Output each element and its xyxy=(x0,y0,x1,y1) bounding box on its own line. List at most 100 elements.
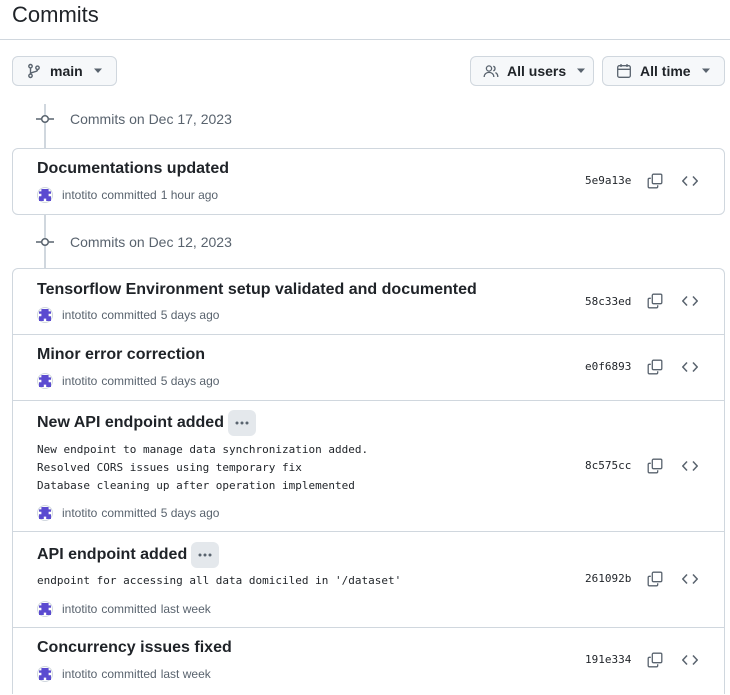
code-icon xyxy=(682,573,698,585)
users-filter-label: All users xyxy=(507,63,567,79)
commit-author-link[interactable]: intotito xyxy=(62,374,97,388)
browse-repo-button[interactable] xyxy=(679,568,701,590)
avatar-image xyxy=(39,668,51,680)
commit-description: endpoint for accessing all data domicile… xyxy=(37,574,402,587)
commit-meta: intotito committed 5 days ago xyxy=(37,373,219,389)
avatar-image xyxy=(39,507,51,519)
triangle-down-icon xyxy=(93,68,102,73)
commit-sha-link[interactable]: 5e9a13e xyxy=(585,174,631,187)
commit-description: New endpoint to manage data synchronizat… xyxy=(37,443,369,492)
commit-action: committed xyxy=(101,374,157,388)
copy-sha-button[interactable] xyxy=(644,455,666,477)
commit-sha-link[interactable]: 191e334 xyxy=(585,653,631,666)
avatar[interactable] xyxy=(37,601,53,617)
avatar-image xyxy=(39,375,51,387)
commit-message-link[interactable]: Minor error correction xyxy=(37,346,205,364)
commit-message-link[interactable]: New API endpoint added xyxy=(37,410,256,436)
git-commit-icon xyxy=(36,114,54,124)
page-title: Commits xyxy=(12,2,99,27)
branch-selector-button[interactable]: main xyxy=(12,56,117,86)
commit-sha-link[interactable]: 8c575cc xyxy=(585,459,631,472)
copy-sha-button[interactable] xyxy=(644,649,666,671)
commit-message-link[interactable]: Documentations updated xyxy=(37,160,229,178)
copy-icon xyxy=(647,173,663,189)
time-filter-label: All time xyxy=(640,63,691,79)
triangle-down-icon xyxy=(701,68,710,73)
avatar[interactable] xyxy=(37,505,53,521)
copy-sha-button[interactable] xyxy=(644,170,666,192)
avatar[interactable] xyxy=(37,187,53,203)
kebab-horizontal-icon xyxy=(235,421,249,425)
commit-action: committed xyxy=(101,602,157,616)
commit-author-link[interactable]: intotito xyxy=(62,188,97,202)
commit-row: Minor error correction intotito committe… xyxy=(13,334,724,400)
avatar[interactable] xyxy=(37,373,53,389)
commit-message-link[interactable]: Tensorflow Environment setup validated a… xyxy=(37,281,477,299)
avatar-image xyxy=(39,603,51,615)
calendar-icon xyxy=(617,64,631,78)
avatar-image xyxy=(39,309,51,321)
commit-action: committed xyxy=(101,188,157,202)
commit-message-link[interactable]: Concurrency issues fixed xyxy=(37,639,232,657)
commit-sha-link[interactable]: 261092b xyxy=(585,572,631,585)
commit-action: committed xyxy=(101,308,157,322)
code-icon xyxy=(682,460,698,472)
commit-action: committed xyxy=(101,667,157,681)
commit-row: API endpoint added endpoint for accessin… xyxy=(13,531,724,627)
browse-repo-button[interactable] xyxy=(679,455,701,477)
commit-group-label: Commits on Dec 12, 2023 xyxy=(70,234,232,250)
commit-meta: intotito committed 1 hour ago xyxy=(37,187,218,203)
expand-description-button[interactable] xyxy=(227,410,256,436)
commit-row: New API endpoint added New endpoint to m… xyxy=(13,400,724,531)
copy-sha-button[interactable] xyxy=(644,290,666,312)
commit-sha-link[interactable]: e0f6893 xyxy=(585,360,631,373)
commit-meta: intotito committed 5 days ago xyxy=(37,505,219,521)
commit-message-link[interactable]: API endpoint added xyxy=(37,542,220,568)
commit-sha-link[interactable]: 58c33ed xyxy=(585,295,631,308)
time-filter-button[interactable]: All time xyxy=(602,56,725,86)
browse-repo-button[interactable] xyxy=(679,649,701,671)
code-icon xyxy=(682,175,698,187)
commit-row: Documentations updated intotito committe… xyxy=(13,149,724,214)
code-icon xyxy=(682,361,698,373)
commit-author-link[interactable]: intotito xyxy=(62,308,97,322)
browse-repo-button[interactable] xyxy=(679,170,701,192)
expand-description-button[interactable] xyxy=(191,542,220,568)
copy-sha-button[interactable] xyxy=(644,568,666,590)
commit-time: 5 days ago xyxy=(160,374,220,388)
commit-meta: intotito committed 5 days ago xyxy=(37,307,219,323)
people-icon xyxy=(483,65,499,78)
copy-sha-button[interactable] xyxy=(644,356,666,378)
commit-meta: intotito committed last week xyxy=(37,601,211,617)
branch-label: main xyxy=(50,63,83,79)
commit-author-link[interactable]: intotito xyxy=(62,506,97,520)
commit-row: Concurrency issues fixed intotito commit… xyxy=(13,627,724,695)
commit-group-header: Commits on Dec 12, 2023 xyxy=(36,232,232,252)
commit-time: 1 hour ago xyxy=(160,188,219,202)
copy-icon xyxy=(647,571,663,587)
commit-time: 5 days ago xyxy=(160,506,220,520)
git-branch-icon xyxy=(28,63,40,79)
commit-group-label: Commits on Dec 17, 2023 xyxy=(70,111,232,127)
copy-icon xyxy=(647,652,663,668)
avatar[interactable] xyxy=(37,666,53,682)
commit-author-link[interactable]: intotito xyxy=(62,667,97,681)
git-commit-icon xyxy=(36,237,54,247)
avatar[interactable] xyxy=(37,307,53,323)
kebab-horizontal-icon xyxy=(198,553,212,557)
browse-repo-button[interactable] xyxy=(679,290,701,312)
avatar-image xyxy=(39,189,51,201)
commit-time: 5 days ago xyxy=(160,308,220,322)
copy-icon xyxy=(647,458,663,474)
triangle-down-icon xyxy=(577,68,586,73)
commit-list: Documentations updated intotito committe… xyxy=(12,148,725,215)
users-filter-button[interactable]: All users xyxy=(470,56,594,86)
commit-action: committed xyxy=(101,506,157,520)
code-icon xyxy=(682,654,698,666)
commit-author-link[interactable]: intotito xyxy=(62,602,97,616)
browse-repo-button[interactable] xyxy=(679,356,701,378)
copy-icon xyxy=(647,293,663,309)
title-divider xyxy=(0,39,730,40)
code-icon xyxy=(682,295,698,307)
commit-meta: intotito committed last week xyxy=(37,666,211,682)
